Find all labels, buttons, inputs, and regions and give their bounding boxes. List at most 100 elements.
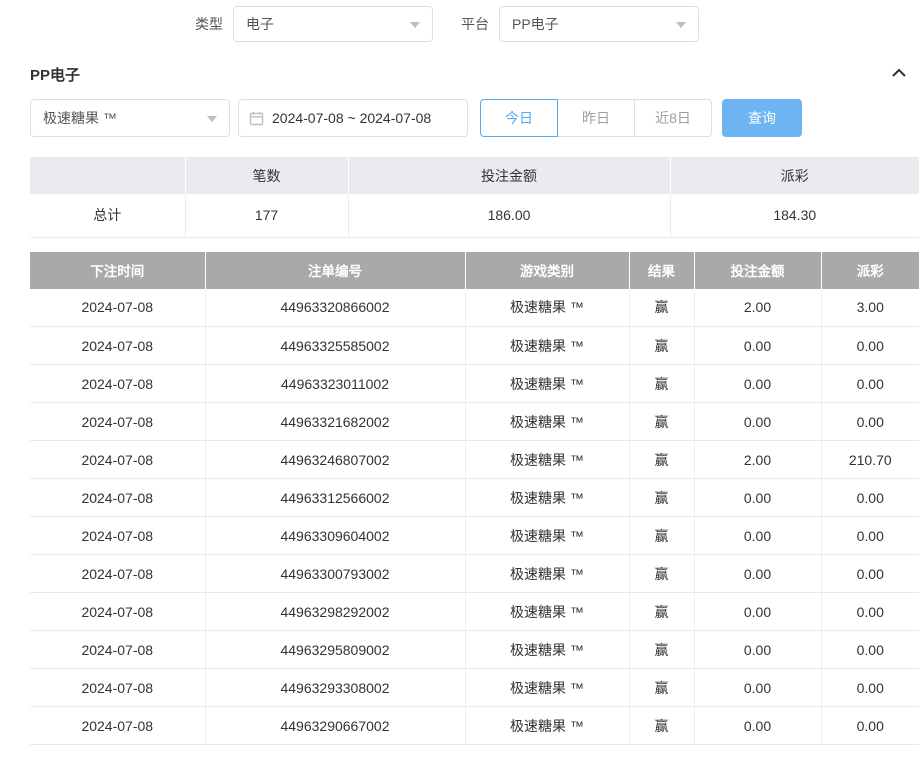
summary-header-bet-amount: 投注金额 (348, 157, 670, 194)
type-label: 类型 (195, 14, 223, 34)
table-row: 2024-07-0844963290667002极速糖果 ™赢0.000.00 (30, 707, 919, 745)
table-row: 2024-07-0844963298292002极速糖果 ™赢0.000.00 (30, 593, 919, 631)
table-row: 2024-07-0844963320866002极速糖果 ™赢2.003.00 (30, 289, 919, 327)
summary-header-count: 笔数 (185, 157, 348, 194)
table-cell: 赢 (629, 593, 694, 631)
chevron-up-icon (891, 67, 907, 79)
table-cell: 赢 (629, 441, 694, 479)
platform-label: 平台 (461, 14, 489, 34)
table-cell: 44963298292002 (205, 593, 465, 631)
table-cell: 0.00 (694, 631, 821, 669)
table-cell: 极速糖果 ™ (465, 517, 629, 555)
quick-today-button[interactable]: 今日 (480, 99, 558, 137)
col-header-result: 结果 (629, 252, 694, 289)
table-cell: 2024-07-08 (30, 631, 205, 669)
table-cell: 赢 (629, 555, 694, 593)
table-cell: 0.00 (694, 365, 821, 403)
table-row: 2024-07-0844963295809002极速糖果 ™赢0.000.00 (30, 631, 919, 669)
table-cell: 44963309604002 (205, 517, 465, 555)
platform-select[interactable]: PP电子 (499, 6, 699, 42)
type-select-value: 电子 (246, 14, 274, 34)
chevron-down-icon (410, 22, 420, 28)
chevron-down-icon (676, 22, 686, 28)
game-select-value: 极速糖果 ™ (43, 108, 117, 128)
chevron-down-icon (207, 116, 217, 122)
table-cell: 极速糖果 ™ (465, 593, 629, 631)
table-cell: 0.00 (694, 669, 821, 707)
col-header-payout: 派彩 (821, 252, 919, 289)
filter-bar: 极速糖果 ™ 2024-07-08 ~ 2024-07-08 今日 昨日 近8日… (30, 99, 919, 137)
quick-yesterday-button[interactable]: 昨日 (557, 99, 635, 137)
game-select[interactable]: 极速糖果 ™ (30, 99, 230, 137)
query-button[interactable]: 查询 (722, 99, 802, 137)
table-cell: 2.00 (694, 289, 821, 327)
col-header-bet-amount: 投注金额 (694, 252, 821, 289)
table-cell: 赢 (629, 365, 694, 403)
table-cell: 2024-07-08 (30, 403, 205, 441)
col-header-bet-id: 注单编号 (205, 252, 465, 289)
date-range-value: 2024-07-08 ~ 2024-07-08 (272, 110, 431, 126)
summary-count-value: 177 (185, 194, 348, 237)
date-range-input[interactable]: 2024-07-08 ~ 2024-07-08 (238, 99, 468, 137)
table-row: 2024-07-0844963325585002极速糖果 ™赢0.000.00 (30, 327, 919, 365)
table-cell: 0.00 (694, 517, 821, 555)
summary-bet-amount-value: 186.00 (348, 194, 670, 237)
table-cell: 2024-07-08 (30, 441, 205, 479)
table-cell: 赢 (629, 327, 694, 365)
table-cell: 极速糖果 ™ (465, 555, 629, 593)
collapse-button[interactable] (889, 65, 909, 84)
section-title: PP电子 (30, 64, 80, 85)
table-cell: 极速糖果 ™ (465, 669, 629, 707)
table-row: 2024-07-0844963300793002极速糖果 ™赢0.000.00 (30, 555, 919, 593)
table-cell: 赢 (629, 289, 694, 327)
table-cell: 44963325585002 (205, 327, 465, 365)
type-select[interactable]: 电子 (233, 6, 433, 42)
table-cell: 44963300793002 (205, 555, 465, 593)
table-cell: 0.00 (821, 593, 919, 631)
table-cell: 赢 (629, 631, 694, 669)
table-cell: 0.00 (694, 479, 821, 517)
table-cell: 赢 (629, 403, 694, 441)
table-cell: 3.00 (821, 289, 919, 327)
table-cell: 0.00 (694, 403, 821, 441)
table-row: 2024-07-0844963321682002极速糖果 ™赢0.000.00 (30, 403, 919, 441)
table-cell: 赢 (629, 669, 694, 707)
bet-table-body: 2024-07-0844963320866002极速糖果 ™赢2.003.002… (30, 289, 919, 745)
table-cell: 0.00 (821, 555, 919, 593)
table-cell: 44963320866002 (205, 289, 465, 327)
table-cell: 0.00 (821, 365, 919, 403)
table-cell: 极速糖果 ™ (465, 441, 629, 479)
table-cell: 极速糖果 ™ (465, 479, 629, 517)
table-cell: 2024-07-08 (30, 479, 205, 517)
table-cell: 2024-07-08 (30, 669, 205, 707)
table-cell: 极速糖果 ™ (465, 403, 629, 441)
table-cell: 2024-07-08 (30, 593, 205, 631)
table-cell: 极速糖果 ™ (465, 365, 629, 403)
table-cell: 0.00 (821, 707, 919, 745)
table-cell: 2024-07-08 (30, 707, 205, 745)
table-cell: 极速糖果 ™ (465, 289, 629, 327)
quick-last8days-button[interactable]: 近8日 (634, 99, 712, 137)
summary-header-payout: 派彩 (670, 157, 919, 194)
table-row: 2024-07-0844963246807002极速糖果 ™赢2.00210.7… (30, 441, 919, 479)
table-row: 2024-07-0844963323011002极速糖果 ™赢0.000.00 (30, 365, 919, 403)
table-cell: 2024-07-08 (30, 327, 205, 365)
calendar-icon (249, 111, 264, 126)
summary-payout-value: 184.30 (670, 194, 919, 237)
top-filter-bar: 类型 电子 平台 PP电子 (0, 0, 919, 48)
summary-row: 总计 177 186.00 184.30 (30, 194, 919, 237)
table-row: 2024-07-0844963312566002极速糖果 ™赢0.000.00 (30, 479, 919, 517)
summary-table: 笔数 投注金额 派彩 总计 177 186.00 184.30 (30, 157, 919, 238)
table-cell: 0.00 (694, 327, 821, 365)
table-cell: 赢 (629, 517, 694, 555)
table-cell: 极速糖果 ™ (465, 707, 629, 745)
platform-select-value: PP电子 (512, 14, 559, 34)
col-header-game-type: 游戏类别 (465, 252, 629, 289)
table-cell: 2024-07-08 (30, 555, 205, 593)
table-cell: 0.00 (821, 631, 919, 669)
table-cell: 赢 (629, 707, 694, 745)
table-cell: 210.70 (821, 441, 919, 479)
col-header-bet-time: 下注时间 (30, 252, 205, 289)
table-cell: 2024-07-08 (30, 517, 205, 555)
table-cell: 赢 (629, 479, 694, 517)
